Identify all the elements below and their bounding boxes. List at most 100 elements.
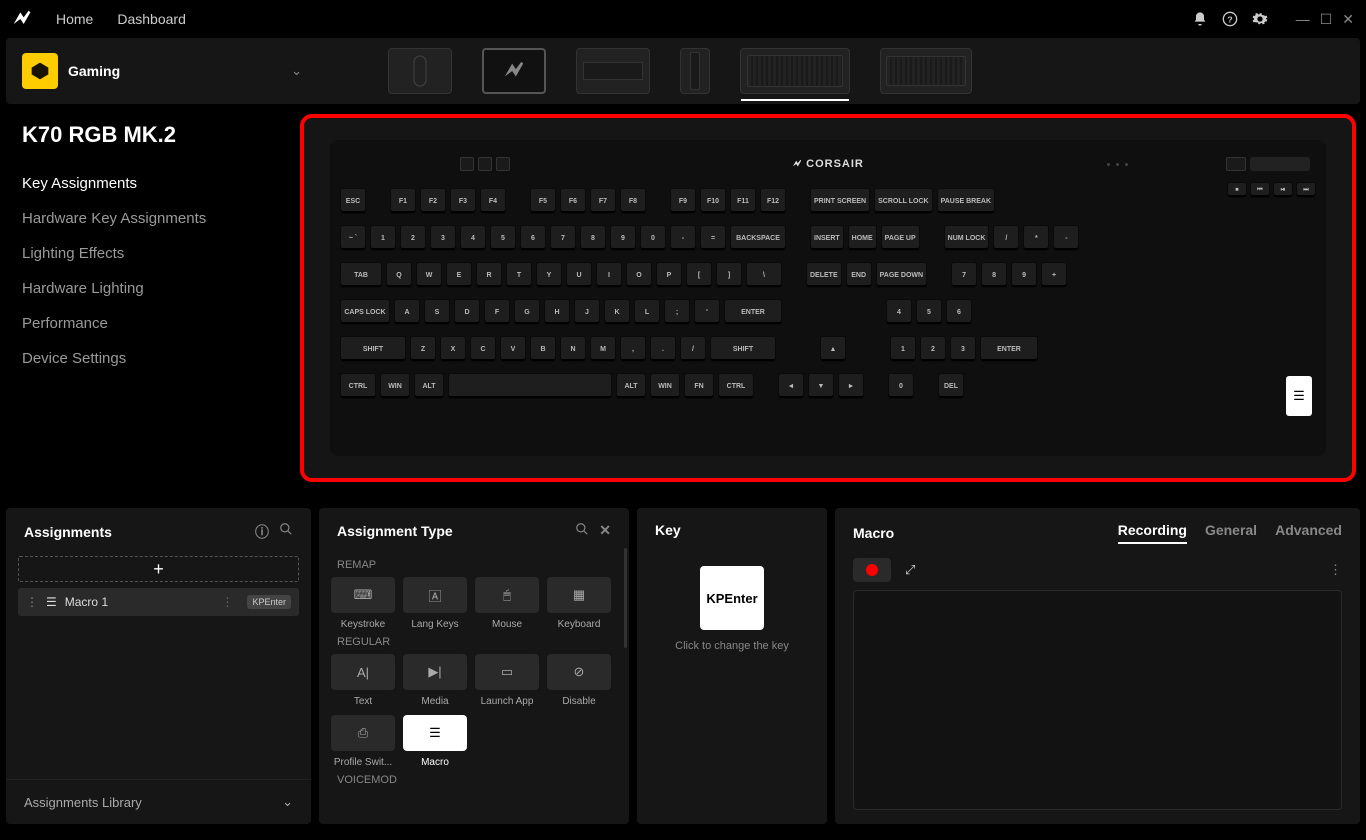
kb-key[interactable]: 3: [430, 225, 456, 251]
kb-key[interactable]: I: [596, 262, 622, 288]
kb-key[interactable]: CAPS LOCK: [340, 299, 390, 325]
kb-key[interactable]: DELETE: [806, 262, 842, 288]
menu-hardware-key-assignments[interactable]: Hardware Key Assignments: [22, 201, 278, 236]
kb-key[interactable]: 4: [460, 225, 486, 251]
device-icue[interactable]: [482, 48, 546, 94]
tile-profile-switch[interactable]: ⎙Profile Swit...: [331, 715, 395, 768]
kb-key[interactable]: 8: [981, 262, 1007, 288]
kb-key[interactable]: 3: [950, 336, 976, 362]
window-minimize-icon[interactable]: —: [1296, 11, 1310, 28]
kb-key[interactable]: C: [470, 336, 496, 362]
menu-performance[interactable]: Performance: [22, 306, 278, 341]
kb-key[interactable]: F2: [420, 188, 446, 214]
kb-key[interactable]: 0: [640, 225, 666, 251]
device-keyboard-1[interactable]: [740, 48, 850, 94]
kb-key[interactable]: 1: [890, 336, 916, 362]
tile-keyboard[interactable]: ▦Keyboard: [547, 577, 611, 630]
assignment-item[interactable]: ⋮ ☰ Macro 1 ⋮ KPEnter: [18, 588, 299, 616]
kb-key[interactable]: 1: [370, 225, 396, 251]
kb-media-key[interactable]: ⏹: [1227, 182, 1247, 198]
kb-key[interactable]: ◄: [778, 373, 804, 399]
kb-key[interactable]: 8: [580, 225, 606, 251]
kb-key[interactable]: NUM LOCK: [944, 225, 990, 251]
kb-key[interactable]: SHIFT: [710, 336, 776, 362]
device-psu[interactable]: [576, 48, 650, 94]
kb-key[interactable]: F1: [390, 188, 416, 214]
kb-key[interactable]: ESC: [340, 188, 366, 214]
kb-key[interactable]: Q: [386, 262, 412, 288]
record-button[interactable]: [853, 558, 891, 582]
kb-key[interactable]: 7: [951, 262, 977, 288]
bell-icon[interactable]: [1192, 11, 1208, 27]
kb-key[interactable]: E: [446, 262, 472, 288]
kb-key[interactable]: F12: [760, 188, 786, 214]
kb-key[interactable]: 5: [916, 299, 942, 325]
kb-key[interactable]: S: [424, 299, 450, 325]
kb-key[interactable]: ALT: [616, 373, 646, 399]
kb-key[interactable]: N: [560, 336, 586, 362]
kb-key[interactable]: 0: [888, 373, 914, 399]
kb-key[interactable]: ]: [716, 262, 742, 288]
tile-media[interactable]: ▶|Media: [403, 654, 467, 707]
kb-key[interactable]: ▼: [808, 373, 834, 399]
kb-key[interactable]: HOME: [848, 225, 877, 251]
tile-text[interactable]: A|Text: [331, 654, 395, 707]
info-icon[interactable]: ⓘ: [255, 522, 269, 542]
kb-key[interactable]: O: [626, 262, 652, 288]
kb-key[interactable]: W: [416, 262, 442, 288]
kb-key[interactable]: *: [1023, 225, 1049, 251]
kb-key[interactable]: 4: [886, 299, 912, 325]
tab-recording[interactable]: Recording: [1118, 522, 1187, 544]
kb-key[interactable]: F9: [670, 188, 696, 214]
kb-key[interactable]: F11: [730, 188, 756, 214]
kb-key[interactable]: ENTER: [980, 336, 1038, 362]
kb-key[interactable]: 5: [490, 225, 516, 251]
tab-general[interactable]: General: [1205, 522, 1257, 544]
kb-key[interactable]: F3: [450, 188, 476, 214]
kb-key[interactable]: 2: [400, 225, 426, 251]
kb-key[interactable]: F8: [620, 188, 646, 214]
keyboard-visual[interactable]: CORSAIR ⏹⏮⏯⏭ ESCF1F2F3F4F5F6F7F8F9F10F11…: [330, 140, 1326, 456]
kb-key[interactable]: A: [394, 299, 420, 325]
macro-recording-area[interactable]: [853, 590, 1342, 810]
kb-key[interactable]: J: [574, 299, 600, 325]
kb-key[interactable]: F5: [530, 188, 556, 214]
kb-key[interactable]: G: [514, 299, 540, 325]
kb-key[interactable]: SCROLL LOCK: [874, 188, 932, 214]
kb-key[interactable]: 6: [520, 225, 546, 251]
kb-key[interactable]: 9: [1011, 262, 1037, 288]
kb-key[interactable]: Z: [410, 336, 436, 362]
kb-key[interactable]: TAB: [340, 262, 382, 288]
kb-key[interactable]: X: [440, 336, 466, 362]
close-icon[interactable]: ✕: [599, 522, 611, 539]
kb-key[interactable]: 2: [920, 336, 946, 362]
kb-list-toggle[interactable]: ☰: [1286, 376, 1312, 416]
kb-key[interactable]: T: [506, 262, 532, 288]
kb-media-key[interactable]: ⏯: [1273, 182, 1293, 198]
search-icon[interactable]: [575, 522, 589, 539]
kb-media-key[interactable]: ⏭: [1296, 182, 1316, 198]
kb-key[interactable]: PRINT SCREEN: [810, 188, 870, 214]
help-icon[interactable]: ?: [1222, 11, 1238, 27]
kb-key[interactable]: WIN: [650, 373, 680, 399]
tab-advanced[interactable]: Advanced: [1275, 522, 1342, 544]
kb-key[interactable]: INSERT: [810, 225, 844, 251]
scrollbar[interactable]: [624, 548, 627, 648]
device-keyboard-2[interactable]: [880, 48, 972, 94]
kb-key[interactable]: 6: [946, 299, 972, 325]
kb-key[interactable]: CTRL: [718, 373, 754, 399]
kb-key[interactable]: 9: [610, 225, 636, 251]
tile-macro[interactable]: ☰Macro: [403, 715, 467, 768]
kb-key[interactable]: B: [530, 336, 556, 362]
device-mouse[interactable]: [388, 48, 452, 94]
kb-key[interactable]: F: [484, 299, 510, 325]
tile-launch-app[interactable]: ▭Launch App: [475, 654, 539, 707]
kb-key[interactable]: \: [746, 262, 782, 288]
kb-key[interactable]: /: [680, 336, 706, 362]
kb-key[interactable]: L: [634, 299, 660, 325]
assignment-options-icon[interactable]: ⋮: [221, 595, 233, 609]
kb-key[interactable]: ;: [664, 299, 690, 325]
kb-key[interactable]: PAGE UP: [881, 225, 920, 251]
kb-key[interactable]: F4: [480, 188, 506, 214]
assignments-library-link[interactable]: Assignments Library ⌄: [6, 779, 311, 824]
